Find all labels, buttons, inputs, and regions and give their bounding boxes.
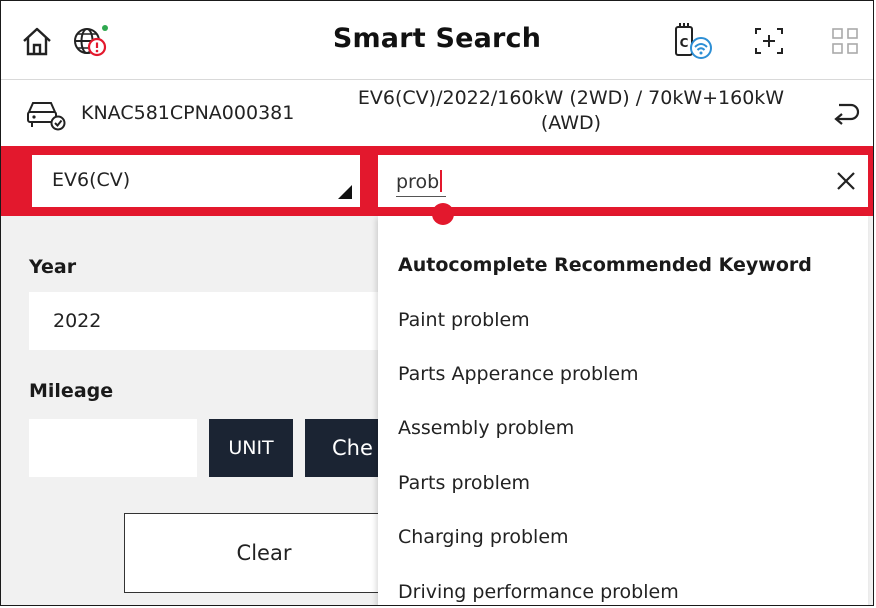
year-field[interactable]: 2022 xyxy=(29,292,409,350)
search-field[interactable]: prob xyxy=(378,155,868,225)
vin-number: KNAC581CPNA000381 xyxy=(81,102,295,124)
suggestion-item[interactable]: Charging problem xyxy=(398,526,569,548)
grid-menu-icon[interactable] xyxy=(827,23,863,59)
vci-wireless-icon[interactable]: C xyxy=(673,23,715,59)
search-input[interactable] xyxy=(396,167,816,195)
vehicle-description: EV6(CV)/2022/160kW (2WD) / 70kW+160kW (A… xyxy=(357,87,785,134)
page-title: Smart Search xyxy=(332,23,542,54)
scan-icon[interactable] xyxy=(751,23,787,59)
dropdown-arrow-icon xyxy=(338,185,352,199)
year-label: Year xyxy=(29,256,77,278)
suggestion-item[interactable]: Parts Apperance problem xyxy=(398,363,639,385)
clear-button[interactable]: Clear xyxy=(124,513,404,593)
unit-button[interactable]: UNIT xyxy=(209,419,293,477)
model-select-value: EV6(CV) xyxy=(52,169,131,191)
close-icon[interactable] xyxy=(834,169,858,193)
suggestion-item[interactable]: Driving performance problem xyxy=(398,581,679,603)
model-select[interactable]: EV6(CV) xyxy=(32,155,360,207)
suggestion-item[interactable]: Parts problem xyxy=(398,472,530,494)
cursor-handle[interactable] xyxy=(432,203,454,225)
app-header: Smart Search C xyxy=(1,1,873,80)
search-bar: EV6(CV) prob xyxy=(1,146,873,225)
vehicle-check-icon xyxy=(27,102,66,131)
return-icon[interactable] xyxy=(831,100,861,128)
autocomplete-header: Autocomplete Recommended Keyword xyxy=(398,254,812,276)
vehicle-info-row: KNAC581CPNA000381 EV6(CV)/2022/160kW (2W… xyxy=(1,80,873,146)
autocomplete-dropdown: Autocomplete Recommended Keyword Paint p… xyxy=(378,216,868,605)
suggestion-item[interactable]: Assembly problem xyxy=(398,417,574,439)
year-value: 2022 xyxy=(53,310,102,332)
text-underline xyxy=(396,196,446,197)
smart-search-screen: Smart Search C KNAC581CPNA000381 EV6(CV)… xyxy=(0,0,874,606)
mileage-label: Mileage xyxy=(29,380,114,402)
mileage-input[interactable] xyxy=(29,419,197,477)
suggestion-item[interactable]: Paint problem xyxy=(398,309,530,331)
svg-text:C: C xyxy=(680,36,689,50)
